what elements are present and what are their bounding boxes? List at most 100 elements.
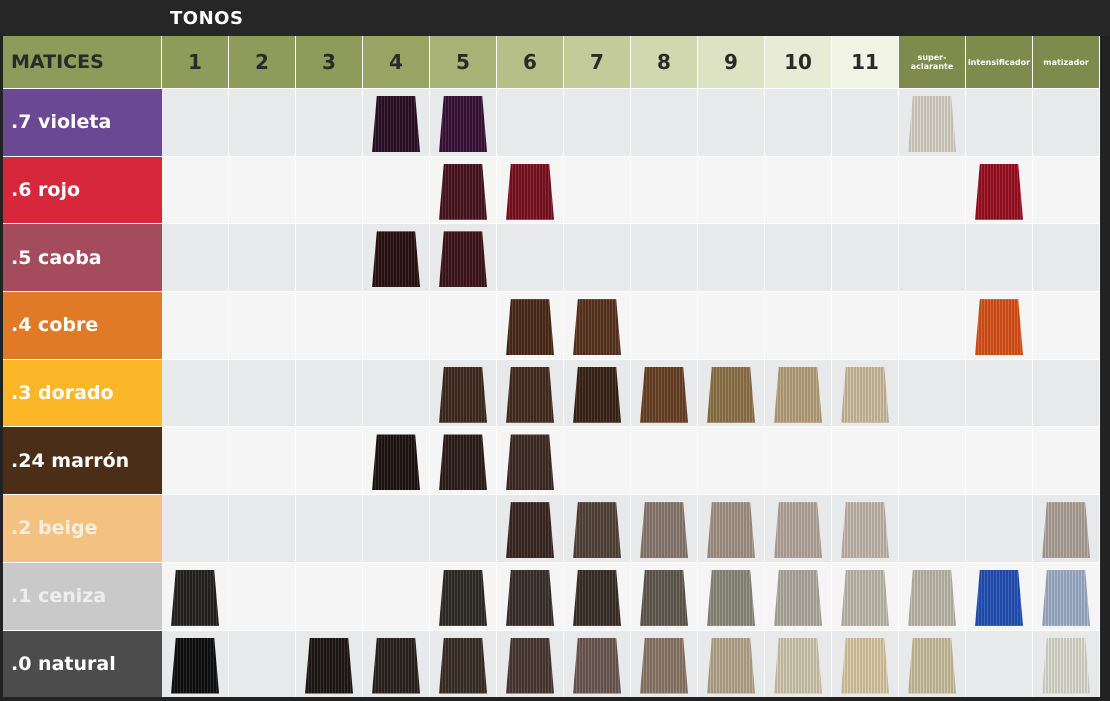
grid-cell: [899, 426, 966, 495]
hair-swatch[interactable]: [841, 502, 889, 559]
hair-swatch[interactable]: [841, 637, 889, 694]
grid-cell: [631, 155, 698, 224]
hair-swatch[interactable]: [975, 569, 1023, 626]
hair-swatch[interactable]: [506, 434, 554, 491]
grid-cell: [229, 358, 296, 427]
color-grid: MATICES 1 2 3 4 5 6 7 8 9 10 11 super-aclarante inten…: [3, 36, 1104, 698]
hair-swatch[interactable]: [640, 569, 688, 626]
grid-cell: [899, 629, 966, 698]
column-header-6: 6: [497, 36, 564, 88]
hair-swatch[interactable]: [372, 434, 420, 491]
grid-cell: [832, 561, 899, 630]
column-header-2: 2: [229, 36, 296, 88]
grid-cell: [966, 629, 1033, 698]
hair-swatch[interactable]: [908, 96, 956, 152]
row-label: .2 beige: [3, 494, 162, 562]
row-label: .6 rojo: [3, 155, 162, 224]
grid-cell: [698, 291, 765, 359]
grid-cell: [765, 426, 832, 495]
grid-cell: [832, 291, 899, 359]
hair-swatch[interactable]: [841, 366, 889, 423]
hair-swatch[interactable]: [439, 231, 487, 288]
hair-swatch[interactable]: [1042, 502, 1090, 559]
grid-cell: [229, 291, 296, 359]
hair-swatch[interactable]: [1042, 637, 1090, 694]
hair-swatch[interactable]: [439, 569, 487, 626]
hair-swatch[interactable]: [506, 569, 554, 626]
color-chart: TONOS MATICES 1 2 3 4 5 6 7 8 9 10 11 super-aclarant…: [0, 0, 1110, 701]
hair-swatch[interactable]: [573, 637, 621, 694]
column-header-3: 3: [296, 36, 363, 88]
hair-swatch[interactable]: [707, 569, 755, 626]
grid-cell: [765, 155, 832, 224]
hair-swatch[interactable]: [439, 163, 487, 220]
grid-cell: [966, 155, 1033, 224]
column-header-9: 9: [698, 36, 765, 88]
hair-swatch[interactable]: [439, 96, 487, 152]
grid-cell: [1033, 223, 1100, 292]
hair-swatch[interactable]: [640, 502, 688, 559]
hair-swatch[interactable]: [506, 299, 554, 356]
hair-swatch[interactable]: [774, 637, 822, 694]
hair-swatch[interactable]: [573, 569, 621, 626]
column-header-10: 10: [765, 36, 832, 88]
column-header-intensificador: intensificador: [966, 36, 1033, 88]
hair-swatch[interactable]: [640, 366, 688, 423]
column-header-8: 8: [631, 36, 698, 88]
hair-swatch[interactable]: [841, 569, 889, 626]
grid-cell: [564, 629, 631, 698]
hair-swatch[interactable]: [506, 366, 554, 423]
hair-swatch[interactable]: [573, 366, 621, 423]
hair-swatch[interactable]: [774, 366, 822, 423]
grid-cell: [497, 561, 564, 630]
grid-cell: [430, 88, 497, 156]
row-label: .4 cobre: [3, 291, 162, 359]
hair-swatch[interactable]: [975, 163, 1023, 220]
grid-cell: [698, 426, 765, 495]
hair-swatch[interactable]: [506, 502, 554, 559]
grid-cell: [229, 223, 296, 292]
grid-cell: [497, 155, 564, 224]
hair-swatch[interactable]: [171, 569, 219, 626]
hair-swatch[interactable]: [372, 637, 420, 694]
hair-swatch[interactable]: [975, 299, 1023, 356]
grid-cell: [430, 561, 497, 630]
hair-swatch[interactable]: [1042, 569, 1090, 626]
grid-cell: [1033, 561, 1100, 630]
hair-swatch[interactable]: [439, 366, 487, 423]
hair-swatch[interactable]: [774, 569, 822, 626]
hair-swatch[interactable]: [908, 569, 956, 626]
grid-cell: [162, 291, 229, 359]
hair-swatch[interactable]: [573, 502, 621, 559]
hair-swatch[interactable]: [439, 637, 487, 694]
grid-cell: [363, 155, 430, 224]
hair-swatch[interactable]: [707, 366, 755, 423]
column-header-1: 1: [162, 36, 229, 88]
row-label: .5 caoba: [3, 223, 162, 292]
hair-swatch[interactable]: [908, 637, 956, 694]
hair-swatch[interactable]: [707, 637, 755, 694]
hair-swatch[interactable]: [305, 637, 353, 694]
grid-cell: [296, 426, 363, 495]
row-label: .7 violeta: [3, 88, 162, 156]
grid-cell: [497, 629, 564, 698]
grid-cell: [430, 494, 497, 562]
grid-cell: [631, 494, 698, 562]
grid-cell: [430, 629, 497, 698]
grid-cell: [899, 561, 966, 630]
hair-swatch[interactable]: [171, 637, 219, 694]
grid-cell: [899, 223, 966, 292]
hair-swatch[interactable]: [640, 637, 688, 694]
hair-swatch[interactable]: [506, 163, 554, 220]
hair-swatch[interactable]: [707, 502, 755, 559]
hair-swatch[interactable]: [573, 299, 621, 356]
hair-swatch[interactable]: [774, 502, 822, 559]
grid-cell: [966, 291, 1033, 359]
grid-cell: [631, 629, 698, 698]
grid-cell: [296, 561, 363, 630]
hair-swatch[interactable]: [439, 434, 487, 491]
hair-swatch[interactable]: [372, 231, 420, 288]
hair-swatch[interactable]: [372, 96, 420, 152]
grid-cell: [1033, 426, 1100, 495]
hair-swatch[interactable]: [506, 637, 554, 694]
